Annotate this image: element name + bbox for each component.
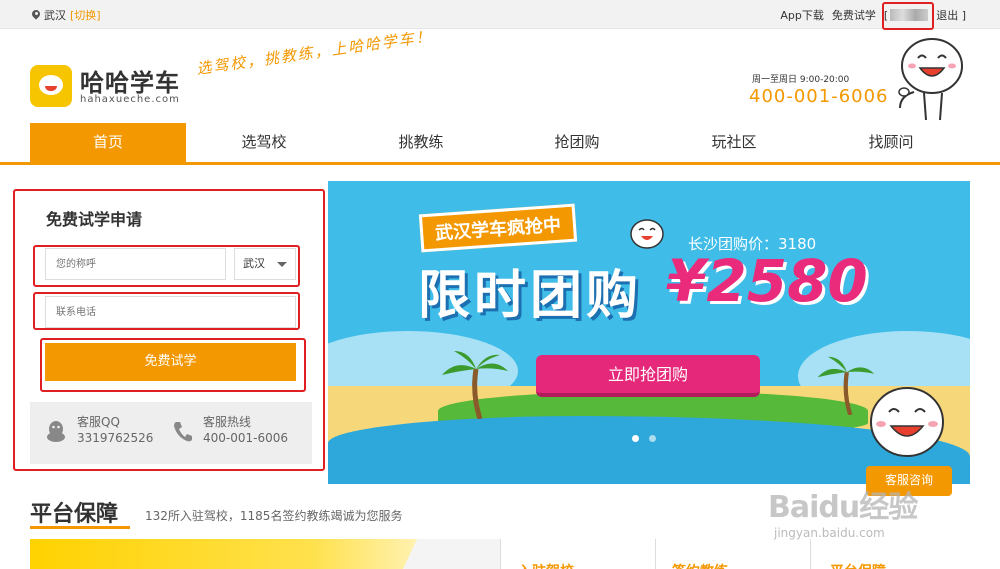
current-city: 武汉 bbox=[44, 9, 66, 22]
column-schools[interactable]: 入驻驾校 bbox=[518, 561, 574, 569]
column-divider bbox=[810, 539, 811, 569]
highlight-phone-row bbox=[33, 292, 300, 330]
highlight-name-row bbox=[33, 245, 300, 287]
carousel-dot[interactable] bbox=[649, 435, 656, 442]
hotline-number: 400-001-6006 bbox=[749, 86, 889, 107]
free-trial-link[interactable]: 免费试学 bbox=[832, 7, 876, 23]
section-title: 平台保障 bbox=[30, 502, 119, 527]
highlight-form-panel bbox=[13, 189, 325, 471]
watermark-main: Baidu经验 bbox=[768, 490, 918, 525]
main-nav: 首页 选驾校 挑教练 抢团购 玩社区 找顾问 bbox=[0, 123, 1000, 165]
banner-headline: 限时团购 bbox=[418, 266, 643, 326]
location-selector: 武汉 [切换] bbox=[32, 7, 101, 23]
section-columns: 入驻驾校 签约教练 平台保障 bbox=[500, 539, 970, 569]
location-pin-icon bbox=[32, 10, 40, 21]
top-links: App下载 免费试学 [ 退出 ] bbox=[780, 7, 966, 23]
column-coaches[interactable]: 签约教练 bbox=[672, 561, 728, 569]
slogan: 选驾校，挑教练，上哈哈学车！ bbox=[195, 27, 434, 79]
section-underline bbox=[30, 526, 130, 529]
section-banner-strip bbox=[30, 539, 500, 569]
banner-mascot-icon bbox=[630, 219, 664, 249]
highlight-username bbox=[882, 2, 934, 30]
carousel-dot[interactable] bbox=[632, 435, 639, 442]
column-divider bbox=[500, 539, 501, 569]
banner-price: ¥2580 bbox=[666, 247, 868, 315]
logo-icon[interactable] bbox=[30, 65, 72, 107]
app-download-link[interactable]: App下载 bbox=[780, 7, 824, 23]
palm-tree-icon bbox=[442, 351, 508, 419]
section-description: 132所入驻驾校，1185名签约教练竭诚为您服务 bbox=[145, 509, 403, 523]
carousel-dots bbox=[632, 435, 656, 442]
nav-coaches[interactable]: 挑教练 bbox=[343, 123, 499, 162]
banner-tag: 武汉学车疯抢中 bbox=[418, 203, 578, 253]
nav-home[interactable]: 首页 bbox=[30, 123, 186, 162]
logout-link[interactable]: 退出 ] bbox=[936, 7, 966, 23]
top-bar: 武汉 [切换] App下载 免费试学 [ 退出 ] bbox=[0, 0, 1000, 29]
service-hours: 周一至周日 9:00-20:00 bbox=[752, 75, 850, 85]
baidu-watermark: Baidu经验 jingyan.baidu.com bbox=[768, 482, 918, 540]
nav-group-buy[interactable]: 抢团购 bbox=[499, 123, 655, 162]
nav-advisor[interactable]: 找顾问 bbox=[813, 123, 969, 162]
grab-group-buy-button[interactable]: 立即抢团购 bbox=[536, 355, 760, 397]
switch-city-link[interactable]: [切换] bbox=[70, 7, 101, 23]
brand-domain: hahaxueche.com bbox=[80, 94, 180, 105]
nav-community[interactable]: 玩社区 bbox=[656, 123, 812, 162]
nav-schools[interactable]: 选驾校 bbox=[186, 123, 342, 162]
highlight-submit bbox=[40, 338, 306, 392]
watermark-sub: jingyan.baidu.com bbox=[774, 526, 885, 540]
mascot-icon bbox=[898, 38, 963, 121]
brand-name[interactable]: 哈哈学车 bbox=[80, 63, 180, 98]
column-divider bbox=[655, 539, 656, 569]
column-guarantee[interactable]: 平台保障 bbox=[830, 561, 886, 569]
